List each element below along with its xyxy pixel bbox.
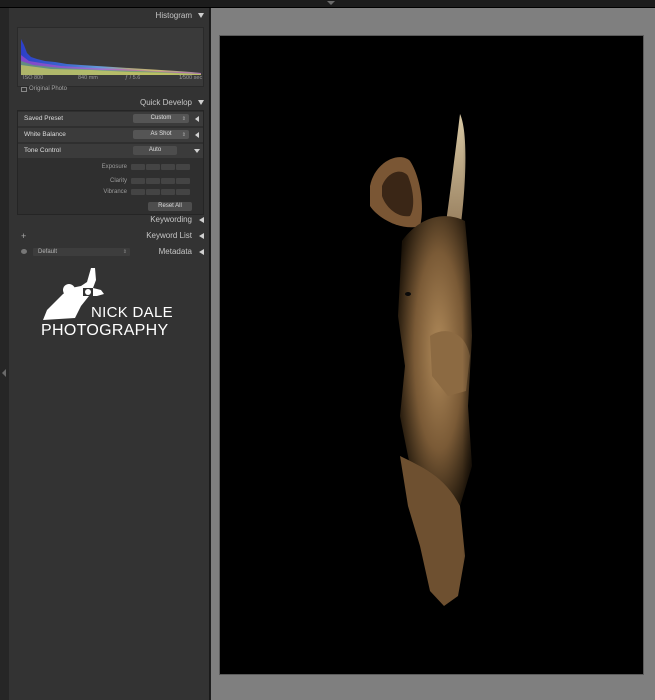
tone-control-label: Tone Control — [24, 147, 61, 154]
auto-tone-button[interactable]: Auto — [133, 146, 177, 155]
metadata-title: Metadata — [158, 247, 192, 256]
logo-line-1: NICK DALE — [91, 304, 173, 321]
histogram-title: Histogram — [155, 11, 192, 20]
keyword-list-title: Keyword List — [146, 231, 192, 240]
image-viewer[interactable] — [211, 8, 655, 700]
white-balance-dropdown[interactable]: As Shot ⇕ — [133, 130, 189, 139]
white-balance-value: As Shot — [150, 131, 172, 137]
tone-control-row: Tone Control Auto — [18, 144, 203, 158]
expand-triangle-icon — [199, 233, 204, 239]
clarity-stepper[interactable] — [131, 178, 190, 184]
quick-develop-title: Quick Develop — [139, 98, 192, 107]
exposure-row: Exposure — [18, 162, 203, 172]
photo-icon — [21, 86, 27, 92]
vibrance-row: Vibrance — [18, 187, 203, 197]
chevron-icon: ⇕ — [181, 132, 186, 138]
iso-readout: ISO 800 — [23, 75, 44, 81]
rhino-portrait-image — [370, 106, 490, 626]
saved-preset-row: Saved Preset Custom ⇕ — [18, 112, 203, 126]
chevron-icon: ⇕ — [181, 116, 186, 122]
clarity-row: Clarity — [18, 176, 203, 186]
exposure-stepper[interactable] — [131, 164, 190, 170]
metadata-preset-value: Default — [38, 249, 58, 255]
vibrance-stepper[interactable] — [131, 189, 190, 195]
expand-triangle-icon — [199, 217, 204, 223]
expand-triangle-icon — [199, 249, 204, 255]
chevron-icon: ⇕ — [122, 249, 127, 255]
metadata-preset-select[interactable]: Default ⇕ — [33, 248, 130, 256]
quick-develop-panel: Saved Preset Custom ⇕ White Balance As Sh… — [17, 110, 204, 215]
left-panel-toggle-bar[interactable] — [0, 8, 9, 700]
reset-all-button[interactable]: Reset All — [148, 202, 192, 211]
histogram-graph[interactable] — [17, 27, 204, 87]
histogram-plot — [21, 39, 201, 75]
clarity-label: Clarity — [109, 178, 127, 184]
original-photo-indicator: Original Photo — [21, 86, 67, 92]
keyword-list-header[interactable]: + Keyword List — [9, 228, 210, 244]
top-panel-toggle-bar[interactable] — [0, 0, 655, 8]
triangle-left-icon — [2, 369, 6, 377]
expand-triangle-icon[interactable] — [195, 132, 199, 138]
triangle-down-icon — [327, 1, 335, 5]
collapse-triangle-icon — [198, 13, 204, 18]
aperture-readout: ƒ / 5.6 — [125, 75, 141, 81]
eye-icon[interactable] — [21, 249, 27, 254]
focal-length-readout: 840 mm — [78, 75, 98, 81]
keywording-header[interactable]: Keywording — [9, 212, 210, 228]
collapse-triangle-icon — [198, 100, 204, 105]
exposure-label: Exposure — [101, 164, 127, 170]
photo-preview[interactable] — [219, 35, 644, 675]
saved-preset-label: Saved Preset — [24, 115, 64, 122]
expand-triangle-icon[interactable] — [195, 116, 199, 122]
quick-develop-header[interactable]: Quick Develop — [9, 95, 210, 111]
keywording-title: Keywording — [150, 215, 192, 224]
white-balance-label: White Balance — [24, 131, 66, 138]
histogram-header[interactable]: Histogram — [9, 8, 210, 24]
add-keyword-button[interactable]: + — [21, 228, 26, 244]
saved-preset-dropdown[interactable]: Custom ⇕ — [133, 114, 189, 123]
saved-preset-value: Custom — [150, 115, 172, 121]
logo-line-2: PHOTOGRAPHY — [41, 322, 169, 339]
metadata-header[interactable]: Default ⇕ Metadata — [9, 244, 210, 260]
watermark-logo: NICK DALE PHOTOGRAPHY — [41, 266, 191, 348]
vibrance-label: Vibrance — [103, 189, 127, 195]
original-photo-label: Original Photo — [29, 86, 68, 92]
expand-triangle-icon[interactable] — [194, 149, 200, 153]
right-panel-group: Histogram ISO 800 840 mm ƒ / 5.6 1⁄500 s… — [9, 8, 210, 700]
white-balance-row: White Balance As Shot ⇕ — [18, 128, 203, 142]
shutter-readout: 1⁄500 sec — [179, 75, 203, 81]
